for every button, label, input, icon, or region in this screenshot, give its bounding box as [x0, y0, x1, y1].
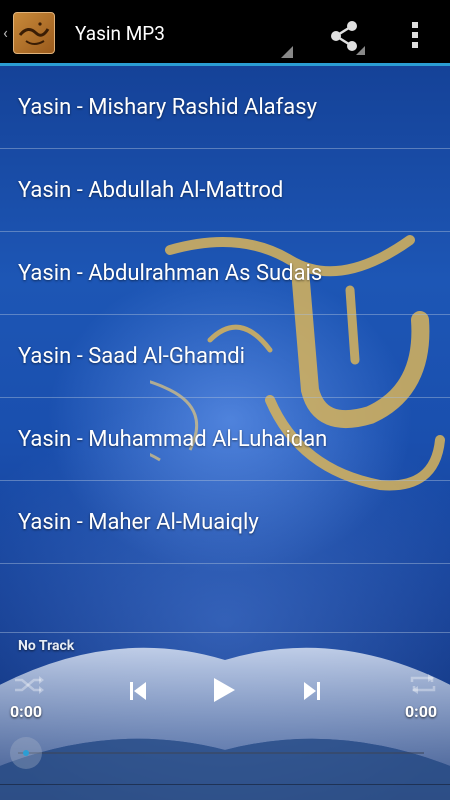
track-label: Yasin - Abdulrahman As Sudais — [18, 261, 323, 286]
track-label: Yasin - Abdullah Al-Mattrod — [18, 178, 284, 203]
divider — [0, 632, 450, 633]
repeat-icon[interactable] — [406, 672, 440, 696]
track-label: Yasin - Maher Al-Muaiqly — [18, 510, 259, 535]
track-list: Yasin - Mishary Rashid Alafasy Yasin - A… — [0, 66, 450, 564]
action-bar: ‹ Yasin MP3 — [0, 0, 450, 66]
yasin-calligraphy-icon[interactable] — [13, 12, 55, 54]
list-item[interactable]: Yasin - Mishary Rashid Alafasy — [0, 66, 450, 149]
app-title: Yasin MP3 — [75, 22, 165, 45]
now-playing-label: No Track — [18, 638, 75, 654]
list-item[interactable]: Yasin - Saad Al-Ghamdi — [0, 315, 450, 398]
seek-bar[interactable] — [18, 752, 424, 754]
up-caret-icon[interactable]: ‹ — [3, 25, 11, 41]
next-icon[interactable] — [302, 680, 322, 702]
list-item[interactable]: Yasin - Maher Al-Muaiqly — [0, 481, 450, 564]
track-label: Yasin - Mishary Rashid Alafasy — [18, 95, 318, 120]
previous-icon[interactable] — [128, 680, 148, 702]
seek-thumb[interactable] — [10, 737, 42, 769]
play-icon[interactable] — [211, 676, 237, 704]
shuffle-icon[interactable] — [12, 674, 46, 696]
track-label: Yasin - Saad Al-Ghamdi — [18, 344, 246, 369]
total-duration: 0:00 — [405, 702, 438, 721]
more-vert-icon[interactable] — [400, 18, 430, 52]
title-dropdown-indicator — [281, 46, 293, 58]
share-dropdown-indicator — [356, 46, 365, 55]
list-item[interactable]: Yasin - Abdulrahman As Sudais — [0, 232, 450, 315]
list-item[interactable]: Yasin - Abdullah Al-Mattrod — [0, 149, 450, 232]
divider — [0, 784, 450, 785]
elapsed-time: 0:00 — [10, 702, 43, 721]
track-label: Yasin - Muhammad Al-Luhaidan — [18, 427, 328, 452]
list-item[interactable]: Yasin - Muhammad Al-Luhaidan — [0, 398, 450, 481]
